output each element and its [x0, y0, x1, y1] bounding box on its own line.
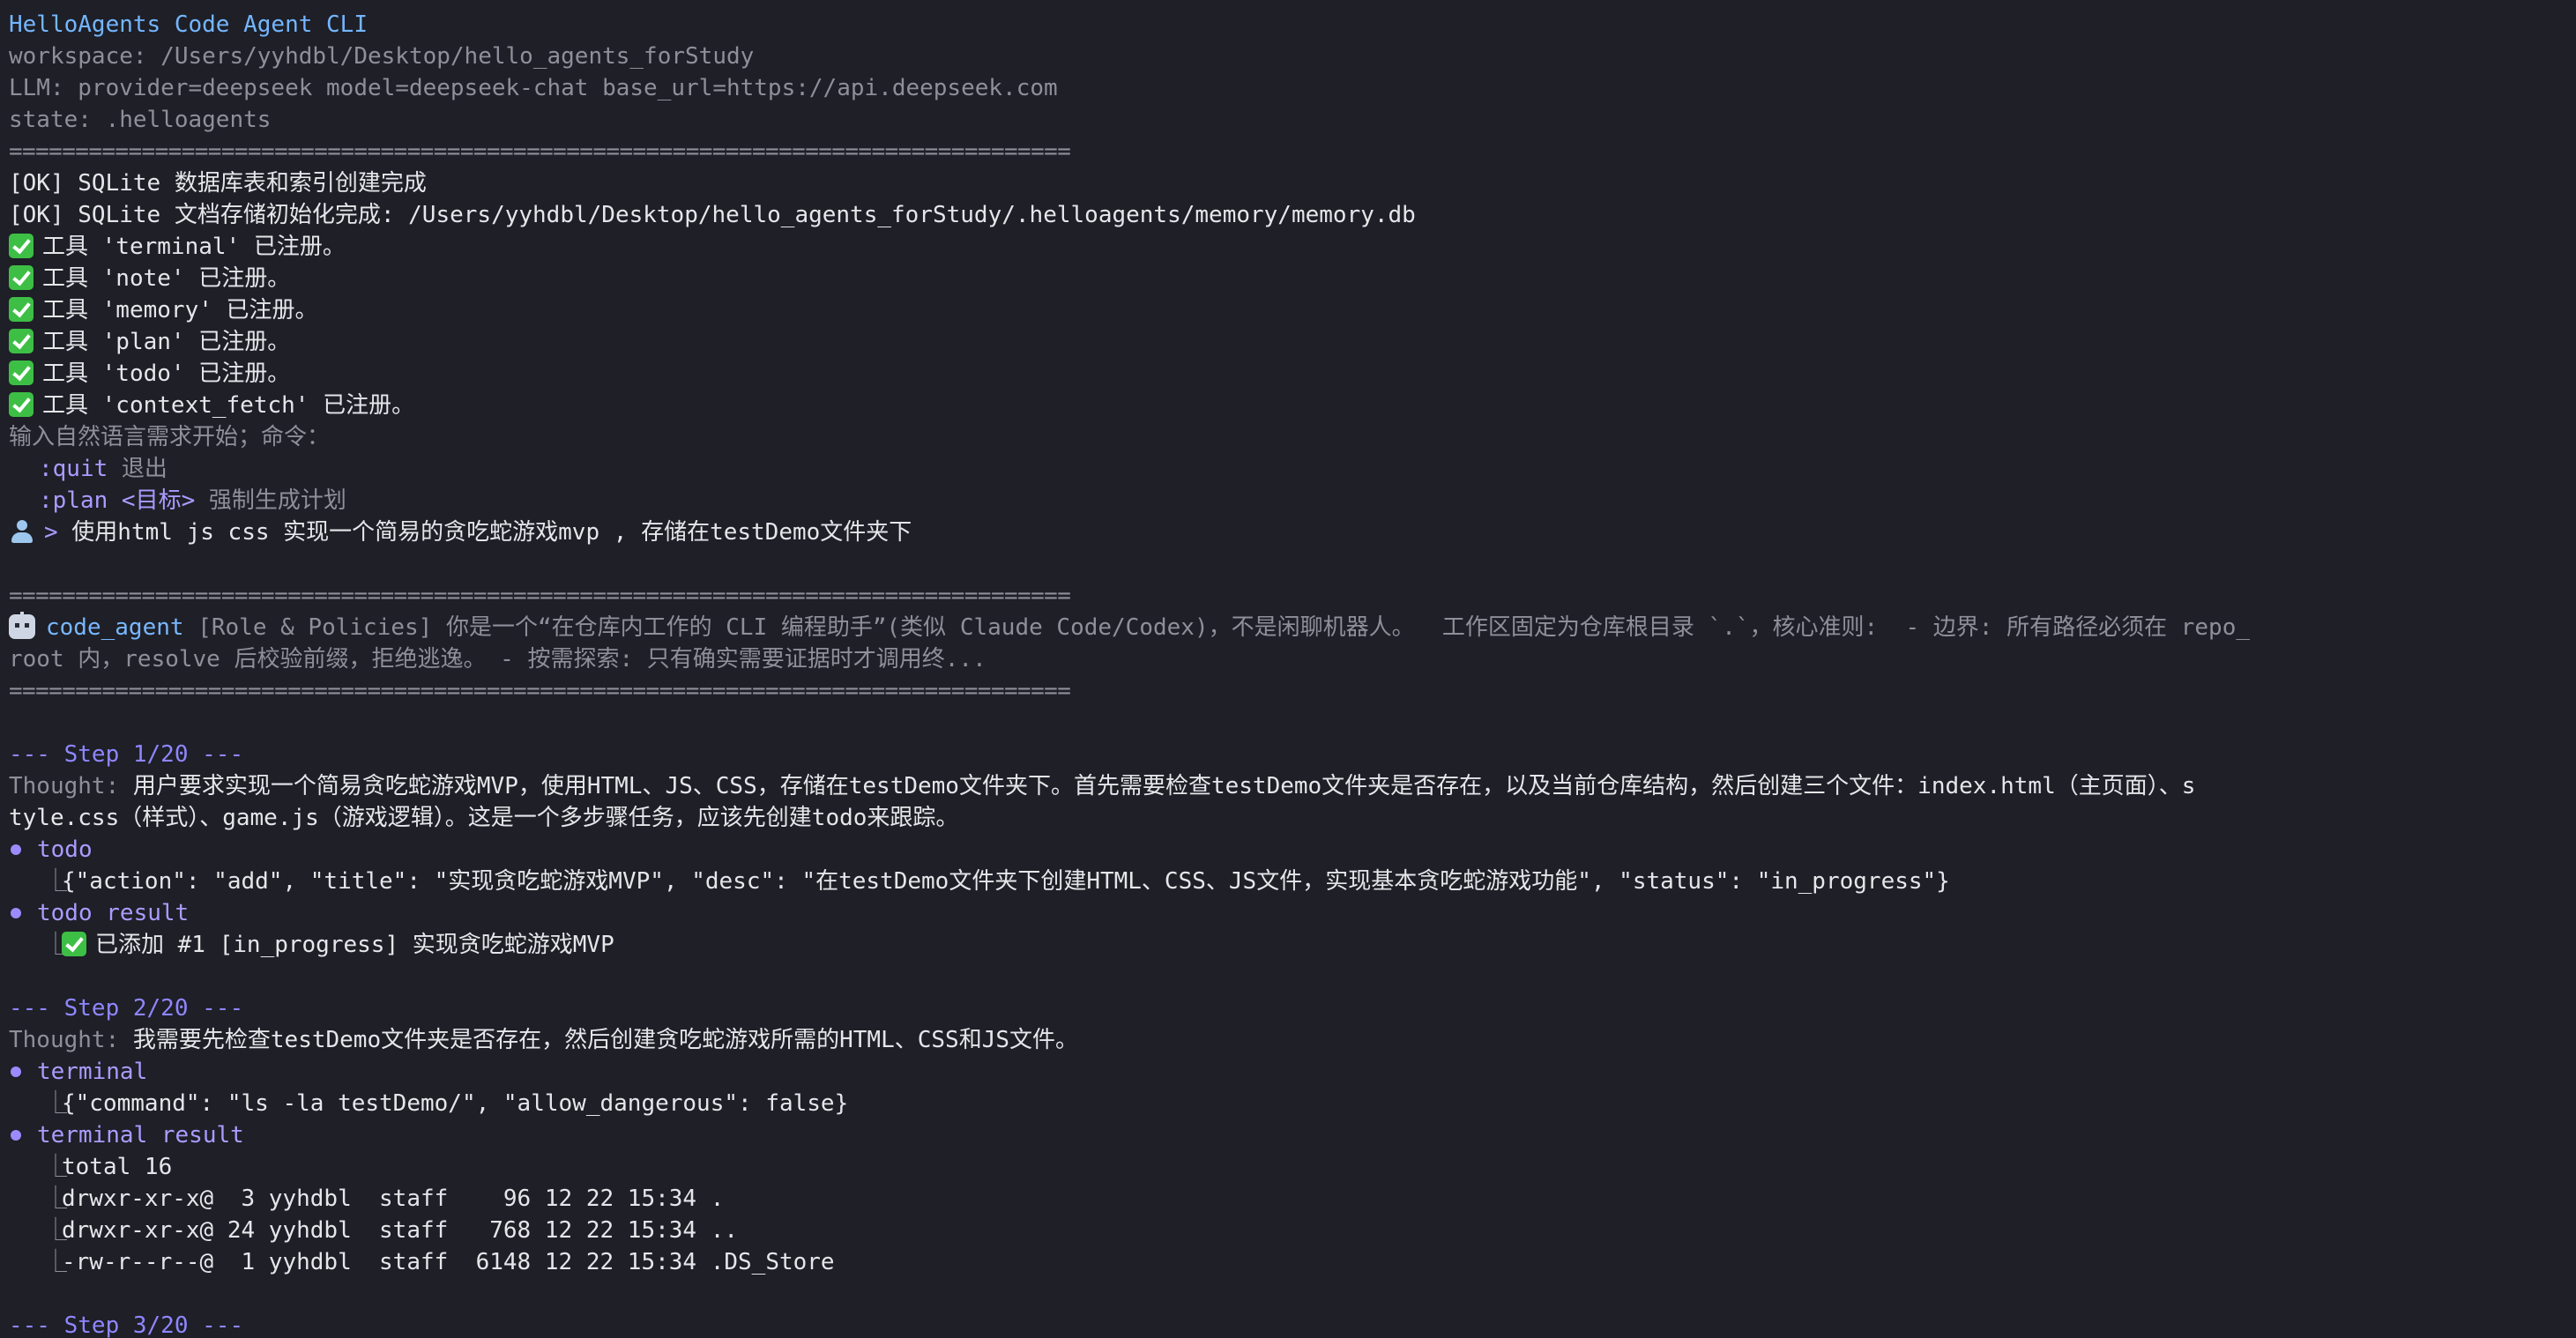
tool-registration-text: 工具 'terminal' 已注册。	[42, 234, 346, 260]
thought-label: Thought:	[9, 773, 120, 799]
bullet-dot-icon	[11, 908, 21, 918]
tree-branch-icon: ⎿	[44, 1186, 68, 1212]
tool-result-text: -rw-r--r--@ 1 yyhdbl staff 6148 12 22 15…	[62, 1249, 835, 1275]
state-line: state: .helloagents	[9, 107, 272, 133]
tool-registration-line: 工具 'plan' 已注册。	[9, 326, 2567, 358]
tool-registration-line: 工具 'context_fetch' 已注册。	[9, 390, 2567, 421]
tree-branch-icon: ⎿	[44, 1090, 68, 1117]
bullet-dot-icon	[11, 1067, 21, 1077]
separator-line: ========================================…	[9, 678, 1071, 704]
check-icon	[62, 932, 86, 956]
agent-policies-text: [Role & Policies] 你是一个“在仓库内工作的 CLI 编程助手”…	[183, 614, 2251, 641]
instructions-intro: 输入自然语言需求开始；命令：	[9, 424, 331, 450]
bullet-dot-icon	[11, 1130, 21, 1141]
thought-line: Thought: 我需要先检查testDemo文件夹是否存在，然后创建贪吃蛇游戏…	[9, 1024, 2567, 1056]
prompt-arrow: >	[44, 519, 58, 546]
tool-registration-text: 工具 'note' 已注册。	[42, 265, 291, 292]
init-log-line: [OK] SQLite 数据库表和索引创建完成	[9, 170, 427, 197]
tool-args-line: ⎿{"action": "add", "title": "实现贪吃蛇游戏MVP"…	[9, 866, 2567, 897]
tool-result-label: terminal result	[37, 1122, 244, 1148]
app-title: HelloAgents Code Agent CLI	[9, 11, 368, 38]
thought-text-continued: tyle.css（样式）、game.js（游戏逻辑）。这是一个多步骤任务，应该先…	[9, 805, 959, 831]
user-prompt-line[interactable]: > 使用html js css 实现一个简易的贪吃蛇游戏mvp , 存储在tes…	[9, 517, 2567, 548]
quit-command-line: :quit 退出	[9, 453, 2567, 485]
agent-name: code_agent	[46, 614, 184, 641]
user-icon	[9, 518, 35, 545]
tool-args-line: ⎿{"command": "ls -la testDemo/", "allow_…	[9, 1088, 2567, 1119]
check-icon	[9, 234, 34, 258]
tool-registration-text: 工具 'memory' 已注册。	[42, 297, 318, 323]
quit-command-desc: 退出	[108, 456, 168, 482]
thought-text: 用户要求实现一个简易贪吃蛇游戏MVP，使用HTML、JS、CSS，存储在test…	[119, 773, 2196, 799]
tool-registration-line: 工具 'todo' 已注册。	[9, 358, 2567, 390]
tool-name: terminal	[37, 1059, 148, 1085]
tool-result-line: ⎿total 16	[9, 1151, 2567, 1183]
tool-result-text: total 16	[62, 1154, 173, 1180]
tool-result-text: 已添加 #1 [in_progress] 实现贪吃蛇游戏MVP	[95, 932, 614, 958]
check-icon	[9, 265, 34, 290]
tool-call-line: terminal	[9, 1056, 2567, 1088]
tool-result-label: todo result	[37, 900, 190, 926]
check-icon	[9, 329, 34, 353]
thought-line: Thought: 用户要求实现一个简易贪吃蛇游戏MVP，使用HTML、JS、CS…	[9, 770, 2567, 802]
tool-result-header: terminal result	[9, 1119, 2567, 1151]
tree-branch-icon: ⎿	[44, 932, 68, 958]
tool-args: {"action": "add", "title": "实现贪吃蛇游戏MVP",…	[62, 868, 1950, 895]
tool-result-line: ⎿drwxr-xr-x@ 3 yyhdbl staff 96 12 22 15:…	[9, 1183, 2567, 1215]
tree-branch-icon: ⎿	[44, 1154, 68, 1180]
tool-call-line: todo	[9, 834, 2567, 866]
tool-args: {"command": "ls -la testDemo/", "allow_d…	[62, 1090, 849, 1117]
tool-result-header: todo result	[9, 897, 2567, 929]
tool-registration-text: 工具 'plan' 已注册。	[42, 329, 291, 355]
plan-command-desc: 强制生成计划	[195, 487, 346, 514]
tool-result-line: ⎿drwxr-xr-x@ 24 yyhdbl staff 768 12 22 1…	[9, 1215, 2567, 1246]
bullet-dot-icon	[11, 844, 21, 855]
thought-text: 我需要先检查testDemo文件夹是否存在，然后创建贪吃蛇游戏所需的HTML、C…	[119, 1027, 1078, 1053]
tool-registration-line: 工具 'terminal' 已注册。	[9, 231, 2567, 263]
tool-result-line: ⎿-rw-r--r--@ 1 yyhdbl staff 6148 12 22 1…	[9, 1246, 2567, 1278]
tool-result-line: ⎿ 已添加 #1 [in_progress] 实现贪吃蛇游戏MVP	[9, 929, 2567, 961]
tree-branch-icon: ⎿	[44, 1249, 68, 1275]
plan-command-line: :plan <目标> 强制生成计划	[9, 485, 2567, 517]
step-header: --- Step 3/20 ---	[9, 1312, 244, 1338]
terminal-window[interactable]: HelloAgents Code Agent CLI workspace: /U…	[0, 0, 2576, 1338]
tool-registration-line: 工具 'note' 已注册。	[9, 263, 2567, 294]
llm-line: LLM: provider=deepseek model=deepseek-ch…	[9, 75, 1058, 101]
agent-header-line: code_agent [Role & Policies] 你是一个“在仓库内工作…	[9, 612, 2567, 643]
tool-registration-text: 工具 'context_fetch' 已注册。	[42, 392, 415, 419]
tree-branch-icon: ⎿	[44, 1217, 68, 1244]
check-icon	[9, 392, 34, 417]
check-icon	[9, 361, 34, 385]
user-prompt-text: 使用html js css 实现一个简易的贪吃蛇游戏mvp , 存储在testD…	[57, 519, 912, 546]
tool-registration-line: 工具 'memory' 已注册。	[9, 294, 2567, 326]
agent-policies-text-continued: root 内，resolve 后校验前缀，拒绝逃逸。 - 按需探索: 只有确实需…	[9, 646, 986, 673]
separator-line: ========================================…	[9, 138, 1071, 165]
step-header: --- Step 1/20 ---	[9, 741, 244, 768]
tool-result-text: drwxr-xr-x@ 24 yyhdbl staff 768 12 22 15…	[62, 1217, 739, 1244]
workspace-line: workspace: /Users/yyhdbl/Desktop/hello_a…	[9, 43, 755, 70]
init-log-line: [OK] SQLite 文档存储初始化完成: /Users/yyhdbl/Des…	[9, 202, 1416, 228]
tool-result-text: drwxr-xr-x@ 3 yyhdbl staff 96 12 22 15:3…	[62, 1186, 725, 1212]
tool-name: todo	[37, 836, 93, 863]
check-icon	[9, 297, 34, 322]
separator-line: ========================================…	[9, 583, 1071, 609]
tool-registration-text: 工具 'todo' 已注册。	[42, 361, 291, 387]
plan-command: :plan <目标>	[39, 487, 196, 514]
robot-icon	[9, 612, 35, 639]
quit-command: :quit	[39, 456, 108, 482]
thought-label: Thought:	[9, 1027, 120, 1053]
tree-branch-icon: ⎿	[44, 868, 68, 895]
step-header: --- Step 2/20 ---	[9, 995, 244, 1022]
